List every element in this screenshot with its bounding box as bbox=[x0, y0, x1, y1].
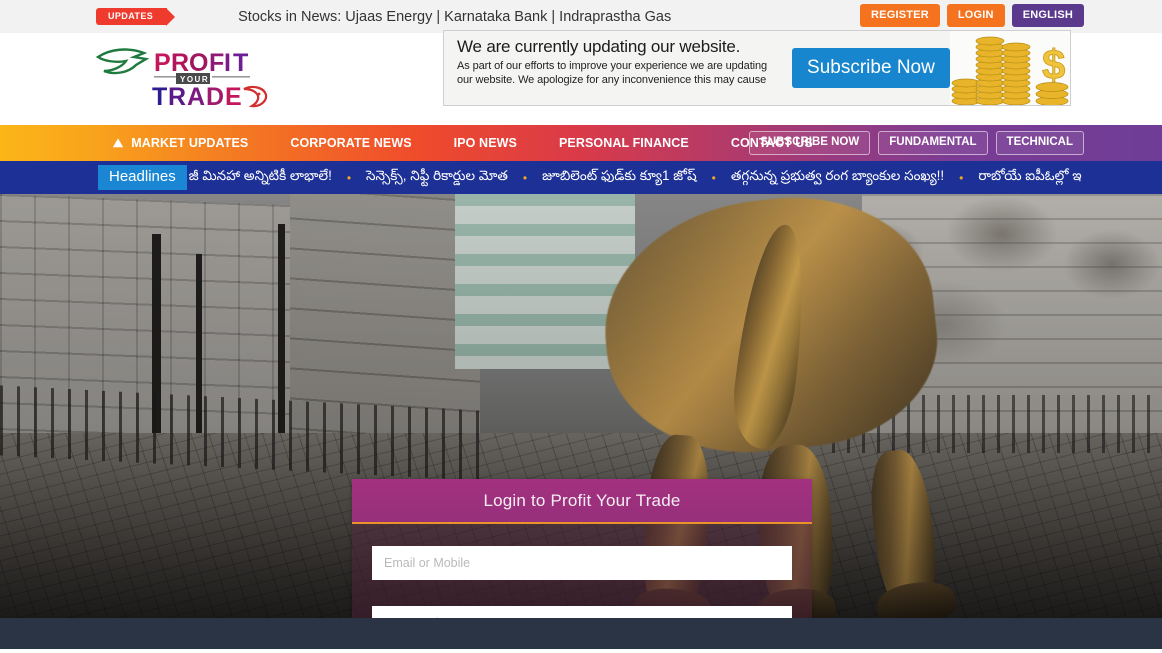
register-button[interactable]: REGISTER bbox=[860, 4, 940, 27]
site-update-banner[interactable]: We are currently updating our website. A… bbox=[443, 30, 1071, 106]
headline-item[interactable]: జూబిలెంట్ ఫుడ్‌కు క్యూ1 జోష్ bbox=[540, 168, 699, 187]
login-title: Login to Profit Your Trade bbox=[483, 490, 681, 510]
nav-label: MARKET UPDATES bbox=[131, 136, 249, 150]
nav-subscribe-now-button[interactable]: SUBSCRIBE NOW bbox=[749, 131, 871, 155]
svg-text:D: D bbox=[206, 83, 224, 111]
svg-text:$: $ bbox=[1042, 41, 1065, 88]
login-modal: Login to Profit Your Trade Forgot Passwo… bbox=[352, 479, 812, 618]
svg-text:E: E bbox=[225, 83, 242, 111]
coins-illustration: $ bbox=[949, 31, 1070, 105]
site-logo[interactable]: P R O F I T YOUR T R A D E bbox=[94, 43, 269, 115]
headline-item[interactable]: సెన్సెక్స్, నిఫ్టీ రికార్డుల మోత bbox=[364, 168, 510, 187]
svg-text:R: R bbox=[168, 83, 186, 111]
nav-links: ⛰ MARKET UPDATES CORPORATE NEWS IPO NEWS… bbox=[92, 136, 834, 150]
headline-item[interactable]: జీ మినహా అన్నిటికీ లాభాలే! bbox=[187, 168, 334, 187]
svg-text:R: R bbox=[171, 49, 189, 77]
banner-copy: We are currently updating our website. A… bbox=[444, 31, 784, 105]
headline-item[interactable]: రాబోయే ఐపీఓల్లో ఇ bbox=[976, 168, 1083, 187]
headline-item[interactable]: తగ్గనున్న ప్రభుత్వ రంగ బ్యాంకుల సంఖ్య!! bbox=[729, 168, 946, 187]
headlines-items: జీ మినహా అన్నిటికీ లాభాలే! • సెన్సెక్స్,… bbox=[187, 168, 1084, 187]
banner-subscribe-now-button[interactable]: Subscribe Now bbox=[792, 48, 950, 88]
home-icon: ⛰ bbox=[113, 136, 124, 150]
headlines-label: Headlines bbox=[98, 165, 187, 190]
nav-action-buttons: SUBSCRIBE NOW FUNDAMENTAL TECHNICAL bbox=[749, 131, 1084, 155]
login-modal-body: Forgot Password ? SIGN IN bbox=[352, 524, 812, 618]
svg-text:A: A bbox=[187, 83, 205, 111]
header-band: P R O F I T YOUR T R A D E We are curren… bbox=[0, 30, 1162, 125]
email-or-mobile-input[interactable] bbox=[372, 546, 792, 580]
svg-text:T: T bbox=[152, 83, 167, 111]
banner-body: As part of our efforts to improve your e… bbox=[457, 59, 768, 87]
svg-text:T: T bbox=[233, 49, 248, 77]
svg-text:P: P bbox=[154, 49, 170, 77]
bullet-icon: • bbox=[959, 170, 964, 185]
bullet-icon: • bbox=[522, 170, 528, 185]
logo-artwork: P R O F I T YOUR T R A D E bbox=[95, 48, 268, 111]
nav-item-personal-finance[interactable]: PERSONAL FINANCE bbox=[538, 136, 710, 150]
banner-title: We are currently updating our website. bbox=[457, 37, 741, 56]
headlines-ticker-bar: Headlines జీ మినహా అన్నిటికీ లాభాలే! • స… bbox=[0, 161, 1162, 194]
main-navigation: ⛰ MARKET UPDATES CORPORATE NEWS IPO NEWS… bbox=[0, 125, 1162, 161]
nav-fundamental-button[interactable]: FUNDAMENTAL bbox=[878, 131, 988, 155]
svg-text:I: I bbox=[224, 49, 231, 77]
nav-item-corporate-news[interactable]: CORPORATE NEWS bbox=[269, 136, 432, 150]
bullet-icon: • bbox=[346, 170, 352, 185]
gold-coins-graphic: $ bbox=[951, 36, 1069, 105]
updates-badge: UPDATES bbox=[96, 8, 176, 26]
nav-item-ipo-news[interactable]: IPO NEWS bbox=[433, 136, 538, 150]
nav-technical-button[interactable]: TECHNICAL bbox=[995, 131, 1084, 155]
page-footer bbox=[0, 618, 1162, 649]
hero-section: Login to Profit Your Trade Forgot Passwo… bbox=[0, 194, 1162, 618]
bullet-icon: • bbox=[711, 170, 716, 185]
svg-text:O: O bbox=[189, 49, 208, 77]
svg-text:F: F bbox=[209, 49, 224, 77]
login-button[interactable]: LOGIN bbox=[946, 4, 1005, 27]
stocks-in-news-text: Stocks in News: Ujaas Energy | Karnataka… bbox=[238, 8, 672, 25]
top-bar-actions: REGISTER LOGIN ENGLISH bbox=[860, 4, 1084, 27]
password-input[interactable] bbox=[372, 606, 792, 618]
nav-item-market-updates[interactable]: ⛰ MARKET UPDATES bbox=[92, 136, 269, 150]
language-selector-button[interactable]: ENGLISH bbox=[1011, 4, 1084, 27]
login-modal-header: Login to Profit Your Trade bbox=[352, 479, 812, 524]
top-utility-bar: UPDATES Stocks in News: Ujaas Energy | K… bbox=[0, 0, 1162, 33]
